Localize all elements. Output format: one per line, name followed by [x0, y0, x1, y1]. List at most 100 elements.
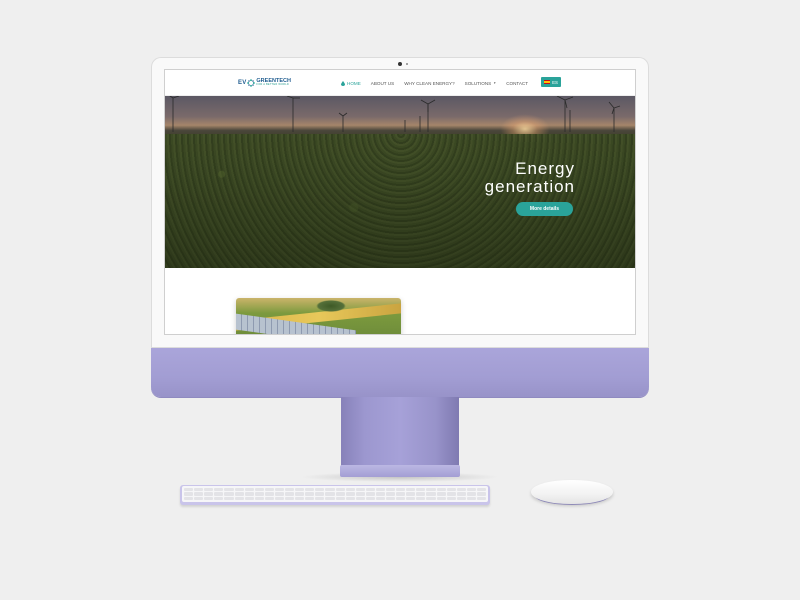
chevron-down-icon: ▼: [493, 81, 497, 85]
monitor-stand-foot: [340, 465, 460, 477]
keyboard-key: [264, 492, 274, 496]
keyboard-key: [264, 496, 274, 500]
keyboard-key: [264, 488, 274, 492]
keyboard-key: [214, 492, 224, 496]
camera-sensor: [406, 63, 408, 65]
mouse: [531, 480, 613, 504]
nav-item-home[interactable]: HOME: [341, 80, 361, 86]
keyboard-key: [456, 488, 466, 492]
keyboard-key: [244, 492, 254, 496]
keyboard-key: [375, 488, 385, 492]
keyboard-key: [355, 492, 365, 496]
keyboard-key: [184, 492, 194, 496]
keyboard-keys: [182, 486, 488, 502]
keyboard-key: [416, 496, 426, 500]
keyboard-key: [456, 492, 466, 496]
keyboard-key: [274, 492, 284, 496]
keyboard-key: [426, 488, 436, 492]
keyboard-key: [254, 492, 264, 496]
spain-flag-icon: [544, 80, 551, 84]
keyboard-key: [325, 492, 335, 496]
nav-item-why-clean-energy[interactable]: WHY CLEAN ENERGY?: [404, 81, 454, 86]
nav-item-contact[interactable]: CONTACT: [506, 81, 528, 86]
keyboard-key: [234, 488, 244, 492]
logo-text: GREENTECH FOR A BETTER WORLD: [256, 78, 291, 87]
keyboard-key: [396, 492, 406, 496]
keyboard-key: [194, 496, 204, 500]
keyboard-key: [194, 492, 204, 496]
keyboard-key: [375, 492, 385, 496]
keyboard-key: [184, 488, 194, 492]
nav-item-solutions[interactable]: SOLUTIONS ▼: [465, 81, 497, 86]
drop-icon: [341, 80, 345, 86]
keyboard-key: [466, 496, 476, 500]
keyboard-key: [224, 492, 234, 496]
keyboard: [180, 485, 490, 505]
keyboard-key: [416, 492, 426, 496]
keyboard-key: [476, 492, 486, 496]
keyboard-key: [184, 496, 194, 500]
keyboard-key: [386, 496, 396, 500]
wind-turbines-illustration: [169, 96, 621, 132]
keyboard-key: [365, 492, 375, 496]
keyboard-key: [295, 496, 305, 500]
keyboard-key: [416, 488, 426, 492]
keyboard-key: [214, 496, 224, 500]
keyboard-key: [476, 488, 486, 492]
keyboard-key: [345, 488, 355, 492]
screen: EV GREENTECH FOR A BETTER WORLD HOME ABO…: [164, 69, 636, 335]
hero-title-line-2: generation: [484, 176, 575, 196]
keyboard-key: [274, 496, 284, 500]
keyboard-key: [295, 488, 305, 492]
hero-overlay: [165, 134, 635, 268]
keyboard-key: [254, 496, 264, 500]
camera-icon: [398, 62, 402, 66]
keyboard-key: [396, 496, 406, 500]
imac-monitor: EV GREENTECH FOR A BETTER WORLD HOME ABO…: [151, 57, 649, 397]
keyboard-key: [285, 492, 295, 496]
keyboard-key: [204, 492, 214, 496]
keyboard-key: [466, 492, 476, 496]
monitor-bezel: EV GREENTECH FOR A BETTER WORLD HOME ABO…: [151, 57, 649, 348]
keyboard-key: [254, 488, 264, 492]
keyboard-key: [305, 496, 315, 500]
keyboard-key: [386, 492, 396, 496]
keyboard-key: [234, 492, 244, 496]
more-details-button[interactable]: More details: [516, 202, 573, 216]
keyboard-key: [406, 492, 416, 496]
keyboard-key: [345, 496, 355, 500]
keyboard-key: [315, 496, 325, 500]
language-selector[interactable]: ES: [541, 77, 561, 87]
keyboard-key: [244, 488, 254, 492]
logo-tagline: FOR A BETTER WORLD: [256, 83, 289, 87]
logo-star-icon: [247, 79, 256, 87]
keyboard-key: [406, 496, 416, 500]
keyboard-key: [345, 492, 355, 496]
keyboard-key: [315, 492, 325, 496]
nav-label: HOME: [347, 80, 361, 86]
keyboard-key: [295, 492, 305, 496]
keyboard-key: [224, 496, 234, 500]
site-navbar: EV GREENTECH FOR A BETTER WORLD HOME ABO…: [165, 70, 635, 96]
keyboard-key: [335, 496, 345, 500]
keyboard-key: [436, 496, 446, 500]
logo-prefix: EV: [238, 80, 247, 86]
trees: [316, 300, 346, 312]
keyboard-key: [355, 488, 365, 492]
hero-banner: Energy generation More details: [165, 96, 635, 268]
keyboard-key: [305, 492, 315, 496]
keyboard-key: [285, 496, 295, 500]
site-logo[interactable]: EV GREENTECH FOR A BETTER WORLD: [238, 76, 291, 90]
keyboard-key: [436, 488, 446, 492]
solar-farm-image: [236, 298, 401, 334]
keyboard-key: [396, 488, 406, 492]
keyboard-key: [335, 488, 345, 492]
keyboard-key: [325, 488, 335, 492]
keyboard-key: [386, 488, 396, 492]
section-marker-icon: [452, 334, 456, 335]
monitor-chin: [151, 348, 649, 397]
keyboard-key: [446, 492, 456, 496]
keyboard-key: [476, 496, 486, 500]
nav-item-about-us[interactable]: ABOUT US: [371, 81, 394, 86]
keyboard-key: [446, 496, 456, 500]
